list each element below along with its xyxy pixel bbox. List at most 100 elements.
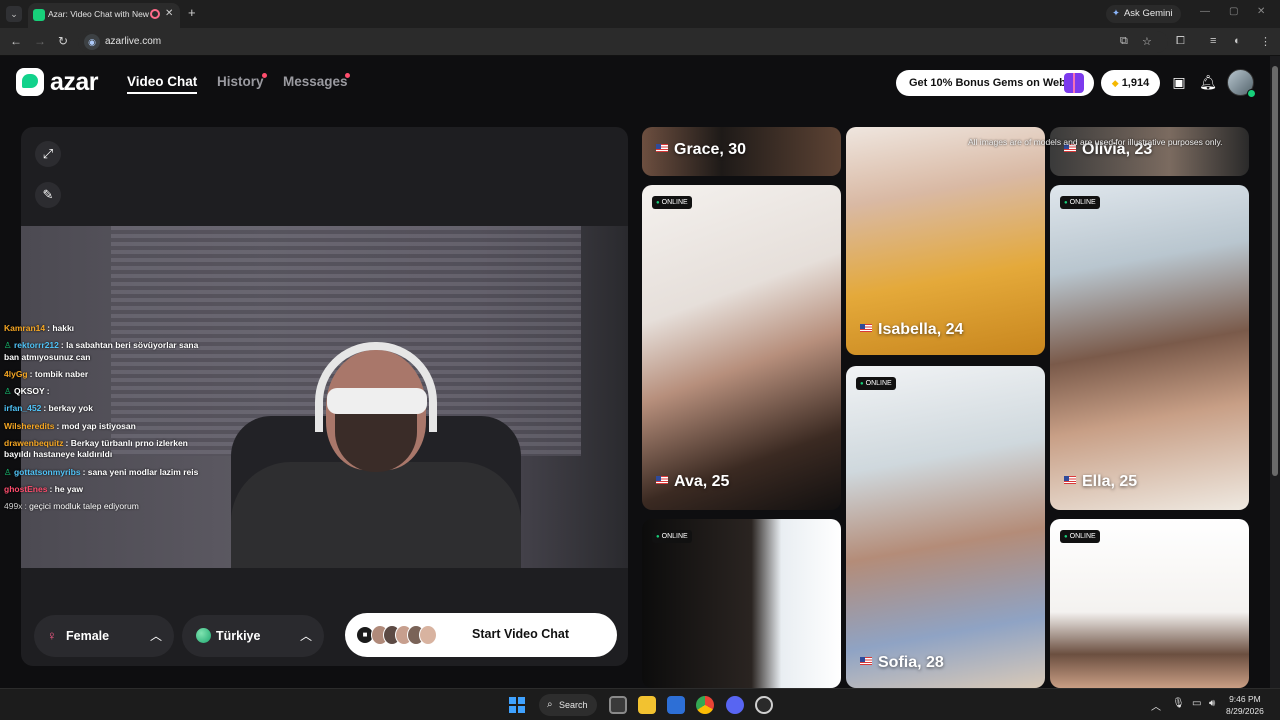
- magic-wand-icon[interactable]: ✎: [35, 182, 61, 208]
- chat-message: 499x: geçici modluk talep ediyorum: [4, 501, 139, 512]
- logo-text[interactable]: azar: [50, 68, 99, 97]
- page-scrollbar[interactable]: [1270, 56, 1280, 688]
- chat-username: 499x: [4, 501, 23, 512]
- profile-card[interactable]: Olivia, 23: [1050, 127, 1249, 176]
- chat-message: ♙ QKSOY:: [4, 386, 50, 397]
- store-icon[interactable]: [667, 696, 685, 714]
- inbox-icon[interactable]: ▣: [1169, 72, 1189, 92]
- tab-close-icon[interactable]: ✕: [165, 8, 173, 19]
- gender-filter-dropdown[interactable]: ♀ Female ︿: [34, 615, 174, 657]
- stream-chat-overlay: Kamran14: hakkı ♙ rektorrr212: la sabahta…: [0, 320, 210, 516]
- gemini-spark-icon: ✦: [1112, 8, 1120, 19]
- clock-date: 8/29/2026: [1226, 706, 1264, 716]
- browser-tab-bar: ⌄ Azar: Video Chat with New ✕ + ✦ Ask Gem…: [0, 0, 1280, 28]
- profile-card[interactable]: ONLINE: [642, 519, 841, 688]
- profile-card[interactable]: ONLINE Ava, 25: [642, 185, 841, 510]
- obs-icon[interactable]: [755, 696, 773, 714]
- tab-title: Azar: Video Chat with New: [48, 9, 149, 19]
- nav-messages[interactable]: Messages: [283, 74, 348, 89]
- chat-message: ghostEnes: he yaw: [4, 483, 84, 494]
- tray-overflow-icon[interactable]: ︿: [1151, 698, 1161, 713]
- mod-badge-icon: ♙: [4, 386, 14, 397]
- female-icon: ♀: [47, 628, 57, 643]
- back-icon[interactable]: ←: [10, 34, 22, 48]
- azar-favicon-icon: [33, 9, 45, 21]
- site-info-icon[interactable]: ◉: [84, 34, 100, 50]
- search-label: Search: [559, 700, 588, 710]
- tab-search-icon[interactable]: ⌄: [6, 6, 22, 22]
- profile-card[interactable]: Isabella, 24: [846, 127, 1045, 355]
- reload-icon[interactable]: ↻: [58, 34, 68, 48]
- clock-time: 9:46 PM: [1229, 694, 1261, 704]
- us-flag-icon: [1064, 476, 1076, 484]
- online-badge: ONLINE: [652, 530, 692, 543]
- ask-gemini-button[interactable]: ✦ Ask Gemini: [1106, 5, 1181, 23]
- chat-username: Kamran14: [4, 323, 46, 333]
- chat-text: tombik naber: [34, 368, 89, 379]
- gems-balance-button[interactable]: ◆ 1,914: [1101, 70, 1160, 96]
- volume-icon[interactable]: 🔊︎: [1209, 698, 1215, 709]
- windows-start-icon[interactable]: [509, 697, 525, 713]
- windows-taskbar: ⌕ Search ︿ 🎙︎ ▭ 🔊︎ 9:46 PM 8/29/2026: [0, 688, 1280, 720]
- bonus-gems-promo-button[interactable]: Get 10% Bonus Gems on Web!: [896, 70, 1094, 96]
- chrome-icon[interactable]: [696, 696, 714, 714]
- cast-icon[interactable]: ⧉: [1120, 35, 1128, 48]
- file-explorer-icon[interactable]: [638, 696, 656, 714]
- profile-card[interactable]: ONLINE Ella, 25: [1050, 185, 1249, 510]
- network-icon[interactable]: ▭: [1192, 698, 1201, 709]
- profile-card[interactable]: ONLINE: [1050, 519, 1249, 688]
- user-thumbnail: [419, 625, 437, 645]
- mod-badge-icon: ♙: [4, 340, 14, 351]
- online-badge: ONLINE: [652, 196, 692, 209]
- history-notification-dot: [262, 73, 267, 78]
- expand-icon[interactable]: ⤢: [35, 141, 61, 167]
- maximize-icon[interactable]: ▢: [1229, 6, 1238, 17]
- profile-card[interactable]: Grace, 30: [642, 127, 841, 176]
- chat-text: he yaw: [54, 483, 84, 494]
- nav-history[interactable]: History: [217, 74, 264, 89]
- profile-icon[interactable]: ◐: [1234, 35, 1241, 47]
- azar-logo-icon[interactable]: [16, 68, 44, 96]
- gem-icon: ◆: [1111, 78, 1119, 88]
- nav-video-chat[interactable]: Video Chat: [127, 74, 198, 94]
- bell-icon[interactable]: 🔔︎: [1198, 72, 1218, 92]
- menu-kebab-icon[interactable]: ⋮: [1260, 35, 1271, 48]
- chat-username: ghostEnes: [4, 483, 48, 494]
- bookmark-star-icon[interactable]: ☆: [1142, 35, 1152, 48]
- promo-label: Get 10% Bonus Gems on Web!: [909, 77, 1070, 89]
- window-close-icon[interactable]: ✕: [1257, 6, 1265, 17]
- address-bar: ← → ↻: [0, 28, 1280, 56]
- system-clock[interactable]: 9:46 PM 8/29/2026: [1226, 693, 1264, 717]
- chat-username: 4lyGg: [4, 368, 28, 379]
- profile-name: Grace, 30: [656, 141, 746, 159]
- minimize-icon[interactable]: —: [1200, 6, 1210, 17]
- media-controls-icon[interactable]: ≡: [1210, 35, 1216, 47]
- task-view-icon[interactable]: [609, 696, 627, 714]
- us-flag-icon: [656, 144, 668, 152]
- chat-message: 4lyGg: tombik naber: [4, 368, 89, 379]
- omnibox[interactable]: [78, 31, 1168, 53]
- chat-text: sana yeni modlar lazim reis: [87, 466, 199, 477]
- country-filter-dropdown[interactable]: Türkiye ︿: [182, 615, 324, 657]
- chat-message: irfan_452: berkay yok: [4, 403, 93, 414]
- scrollbar-thumb[interactable]: [1272, 66, 1278, 476]
- microphone-icon[interactable]: 🎙︎: [1172, 698, 1185, 709]
- avatar[interactable]: [1227, 69, 1256, 98]
- online-badge: ONLINE: [1060, 530, 1100, 543]
- gender-label: Female: [66, 629, 110, 643]
- taskbar-search[interactable]: ⌕ Search: [539, 694, 597, 716]
- profile-card[interactable]: ONLINE Sofia, 28: [846, 366, 1045, 688]
- new-tab-button[interactable]: +: [188, 5, 196, 20]
- chat-username: QKSOY: [13, 386, 45, 397]
- chevron-up-icon: ︿: [150, 629, 163, 643]
- forward-icon[interactable]: →: [34, 34, 46, 48]
- browser-tab[interactable]: Azar: Video Chat with New ✕: [28, 3, 180, 28]
- web-page: azar Video Chat History Messages Get 10%…: [0, 56, 1270, 688]
- ask-gemini-label: Ask Gemini: [1123, 8, 1173, 19]
- mod-badge-icon: ♙: [4, 466, 14, 477]
- extensions-icon[interactable]: ⧠: [1176, 35, 1185, 48]
- url-text[interactable]: azarlive.com: [105, 36, 161, 47]
- us-flag-icon: [860, 324, 872, 332]
- start-video-chat-button[interactable]: ■ Start Video Chat: [345, 613, 617, 657]
- discord-icon[interactable]: [726, 696, 744, 714]
